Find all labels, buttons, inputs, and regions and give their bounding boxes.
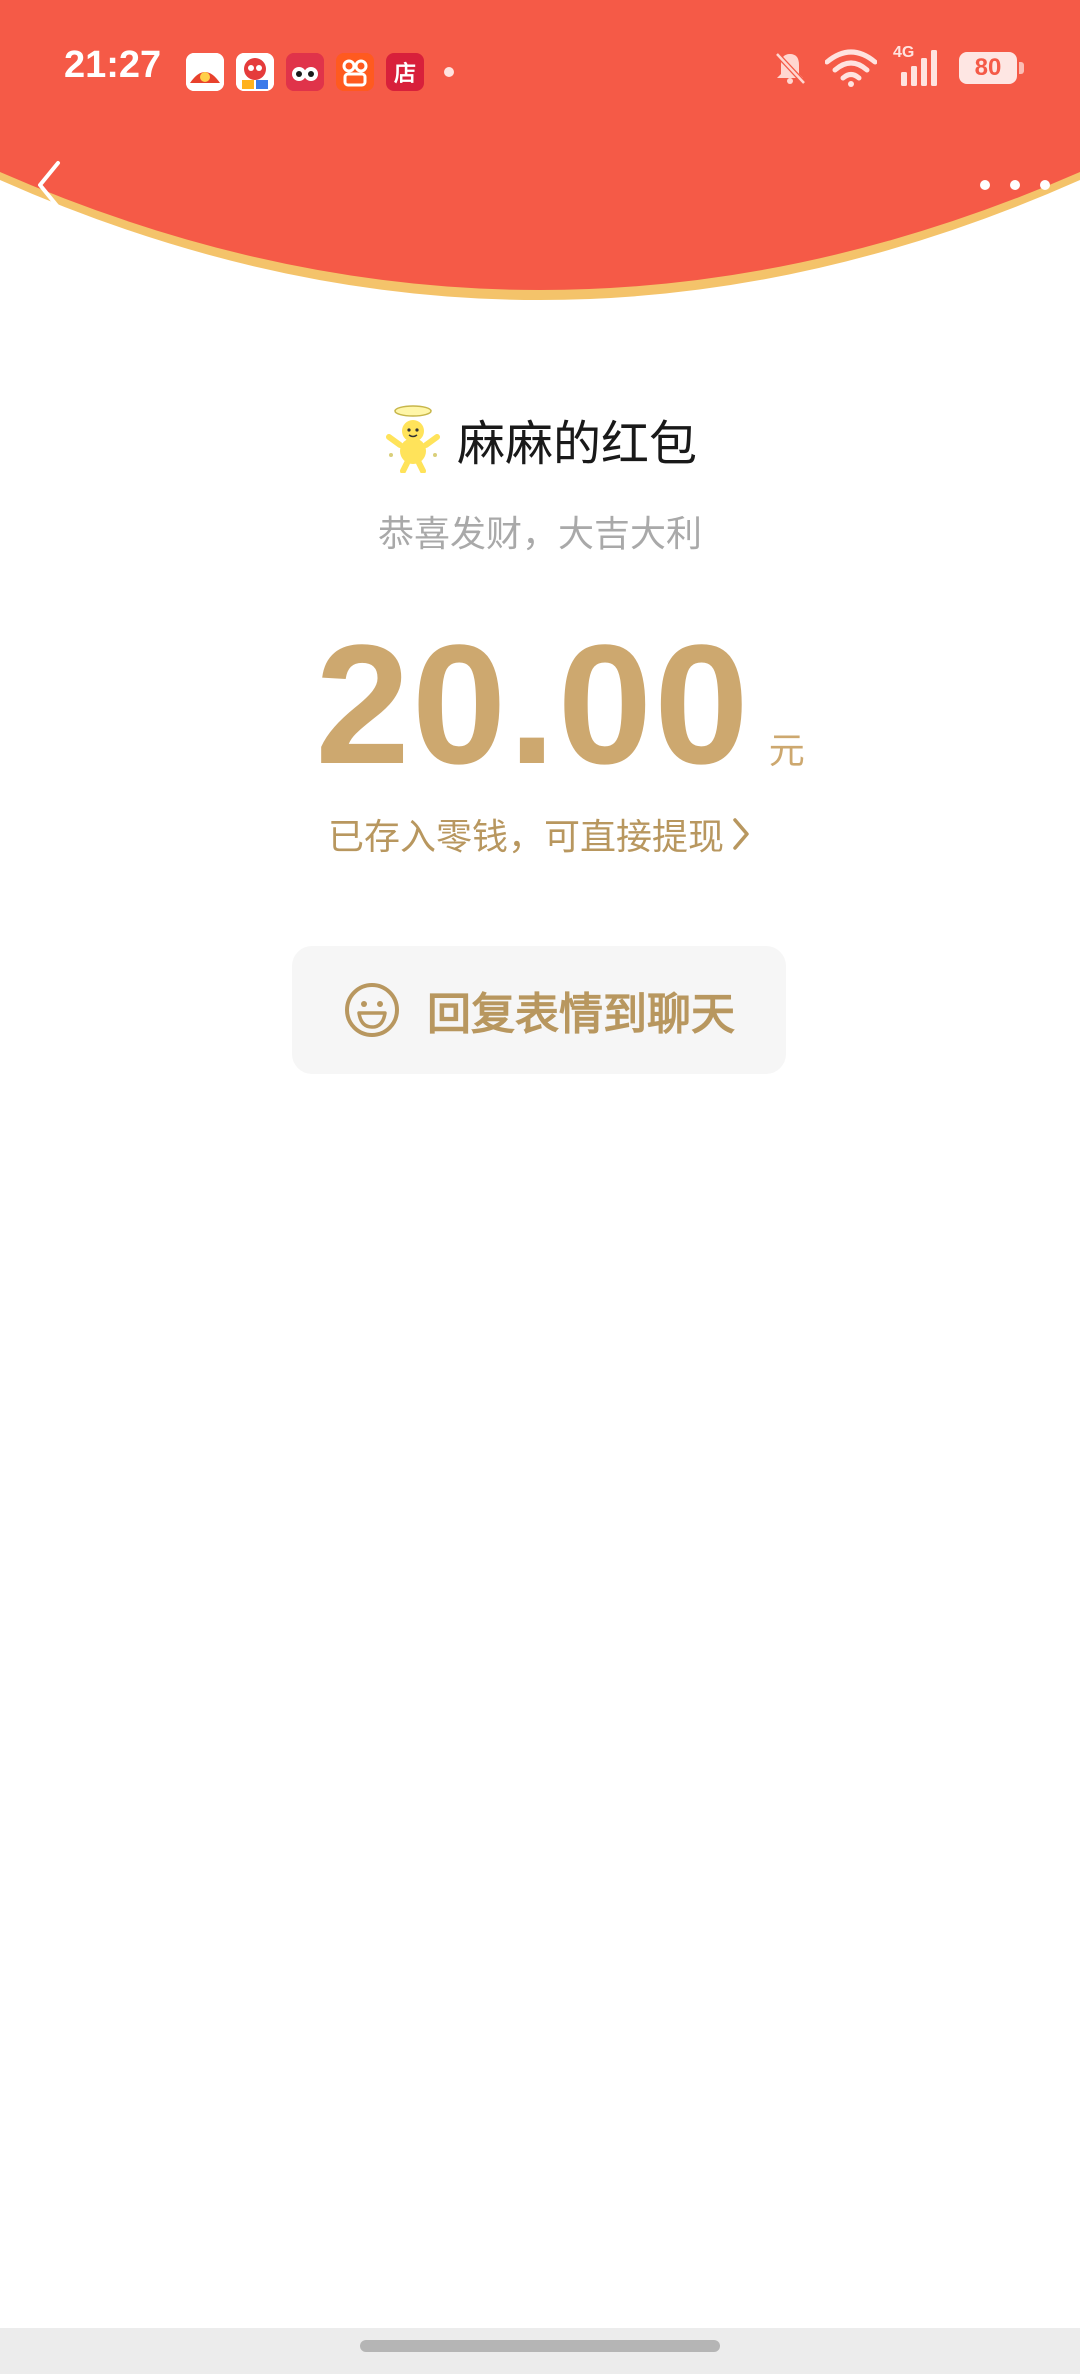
wifi-icon: [825, 49, 877, 87]
mascot-app-icon: [236, 53, 274, 91]
battery-cap: [1019, 62, 1024, 74]
battery-icon: 80: [959, 52, 1017, 84]
video-app-icon: [286, 53, 324, 91]
status-time: 21:27: [64, 44, 162, 86]
battery-indicator: 80: [959, 52, 1024, 84]
reply-sticker-button[interactable]: 回复表情到聊天: [292, 946, 786, 1074]
amount-value: 20.00: [315, 610, 751, 800]
reply-button-label: 回复表情到聊天: [427, 989, 735, 1040]
kuaishou-app-icon: [336, 53, 374, 91]
currency-unit: 元: [768, 731, 805, 772]
gesture-navigation-area: [0, 2328, 1080, 2374]
chevron-right-icon: [733, 818, 749, 850]
notification-icons: 店: [186, 52, 454, 92]
more-dots-icon: [980, 180, 990, 190]
status-bar: 21:27 店 4G 80: [0, 0, 1080, 140]
greeting-text: 恭喜发财，大吉大利: [377, 514, 702, 555]
sender-avatar[interactable]: [382, 405, 443, 474]
store-app-icon: 店: [386, 53, 424, 91]
more-dot: [1010, 180, 1020, 190]
system-icons: 4G 80: [771, 44, 1024, 88]
back-button[interactable]: [24, 150, 74, 220]
battery-level: 80: [974, 54, 1002, 81]
balance-withdraw-link[interactable]: 已存入零钱，可直接提现: [0, 808, 1080, 860]
more-notifications-dot: [444, 67, 454, 77]
home-indicator[interactable]: [360, 2340, 720, 2352]
signal-bars-icon: [901, 50, 937, 86]
chevron-left-icon: [38, 161, 60, 209]
sender-name: 麻麻的红包: [456, 416, 697, 472]
red-packet-detail-screen: 21:27 店 4G 80 麻麻的红包 恭喜发财，大吉大利 20.00 元 已存…: [0, 0, 1080, 2374]
store-app-label: 店: [393, 62, 416, 87]
balance-note: 已存入零钱，可直接提现: [327, 817, 724, 858]
smiley-icon: [345, 983, 399, 1037]
mute-bell-icon: [775, 52, 806, 85]
cellular-signal: 4G: [893, 44, 943, 88]
sender-row: 麻麻的红包: [0, 404, 1080, 474]
more-options-button[interactable]: [980, 160, 1050, 210]
more-dot: [1040, 180, 1050, 190]
weibo-like-app-icon: [186, 53, 224, 91]
amount-row: 20.00 元: [0, 620, 1080, 790]
